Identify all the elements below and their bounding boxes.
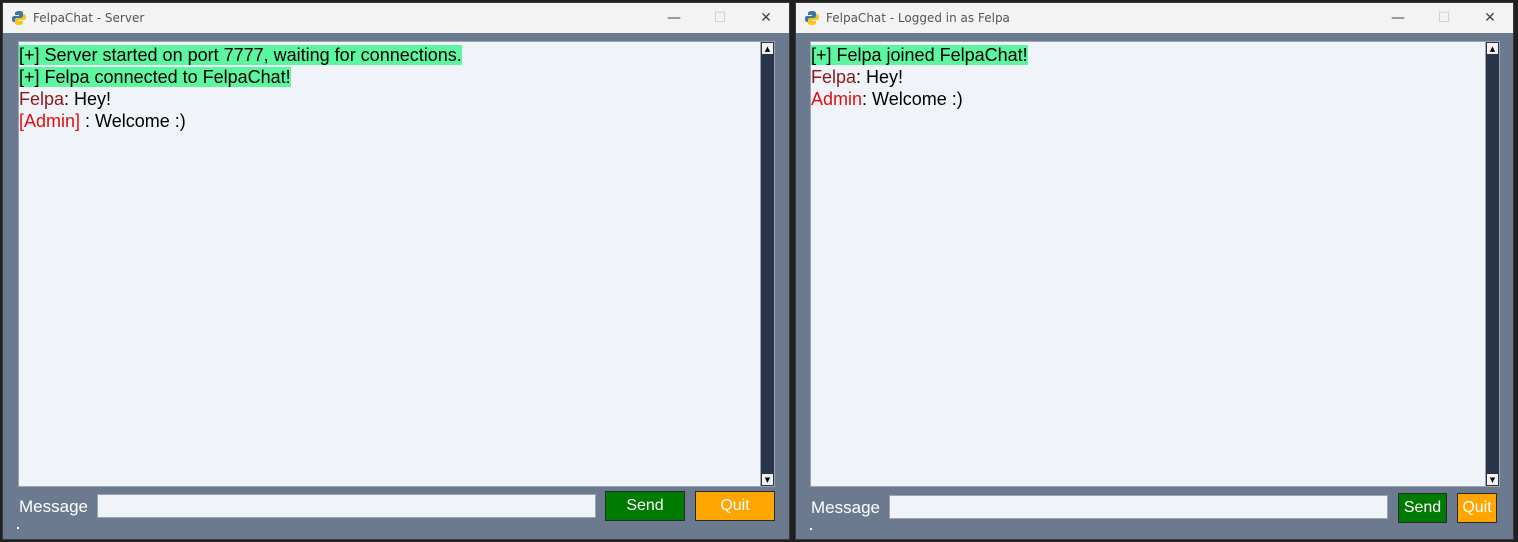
close-icon[interactable]: ✕ — [1467, 3, 1513, 33]
arrow-down-icon[interactable]: ▼ — [1487, 474, 1498, 485]
status-dot — [17, 527, 19, 529]
maximize-icon[interactable]: ☐ — [697, 3, 743, 33]
chat-log[interactable]: [+] Felpa joined FelpaChat! Felpa: Hey! … — [810, 41, 1486, 487]
server-window: FelpaChat - Server — ☐ ✕ [+] Server star… — [2, 2, 790, 540]
chat-line: [Admin] : Welcome :) — [19, 110, 760, 132]
window-title: FelpaChat - Server — [33, 11, 145, 25]
send-button[interactable]: Send — [1398, 493, 1447, 523]
arrow-up-icon[interactable]: ▲ — [1487, 43, 1498, 54]
chat-line: Admin: Welcome :) — [811, 88, 1485, 110]
minimize-icon[interactable]: — — [651, 3, 697, 33]
admin-name: [Admin] — [19, 111, 81, 131]
client-window: FelpaChat - Logged in as Felpa — ☐ ✕ [+]… — [795, 2, 1514, 540]
chat-line: [+] Server started on port 7777, waiting… — [19, 44, 760, 66]
send-button[interactable]: Send — [605, 491, 685, 521]
message-label: Message — [19, 497, 88, 516]
system-message: [+] Server started on port 7777, waiting… — [19, 45, 462, 65]
system-message: [+] Felpa joined FelpaChat! — [811, 45, 1028, 65]
message-input[interactable] — [97, 494, 596, 518]
chat-line: Felpa: Hey! — [811, 66, 1485, 88]
chat-scrollbar[interactable]: ▲ ▼ — [760, 41, 775, 487]
chat-line: Felpa: Hey! — [19, 88, 760, 110]
username: Felpa — [19, 89, 65, 109]
message-text: : Welcome :) — [862, 89, 963, 109]
message-text: : Welcome :) — [80, 111, 186, 131]
server-titlebar[interactable]: FelpaChat - Server — ☐ ✕ — [3, 3, 789, 33]
quit-button[interactable]: Quit — [695, 491, 775, 521]
maximize-icon[interactable]: ☐ — [1421, 3, 1467, 33]
python-icon — [12, 11, 26, 25]
python-icon — [805, 11, 819, 25]
close-icon[interactable]: ✕ — [743, 3, 789, 33]
admin-name: Admin — [811, 89, 863, 109]
system-message: [+] Felpa connected to FelpaChat! — [19, 67, 291, 87]
message-text: : Hey! — [856, 67, 904, 87]
status-dot — [810, 528, 812, 530]
arrow-up-icon[interactable]: ▲ — [762, 43, 773, 54]
username: Felpa — [811, 67, 857, 87]
message-input[interactable] — [889, 495, 1388, 519]
chat-log[interactable]: [+] Server started on port 7777, waiting… — [18, 41, 761, 487]
client-titlebar[interactable]: FelpaChat - Logged in as Felpa — ☐ ✕ — [796, 3, 1513, 33]
message-label: Message — [811, 498, 880, 517]
quit-button[interactable]: Quit — [1457, 493, 1497, 523]
chat-line: [+] Felpa connected to FelpaChat! — [19, 66, 760, 88]
minimize-icon[interactable]: — — [1375, 3, 1421, 33]
window-title: FelpaChat - Logged in as Felpa — [826, 11, 1010, 25]
chat-scrollbar[interactable]: ▲ ▼ — [1485, 41, 1500, 487]
chat-line: [+] Felpa joined FelpaChat! — [811, 44, 1485, 66]
arrow-down-icon[interactable]: ▼ — [762, 474, 773, 485]
message-text: : Hey! — [64, 89, 112, 109]
